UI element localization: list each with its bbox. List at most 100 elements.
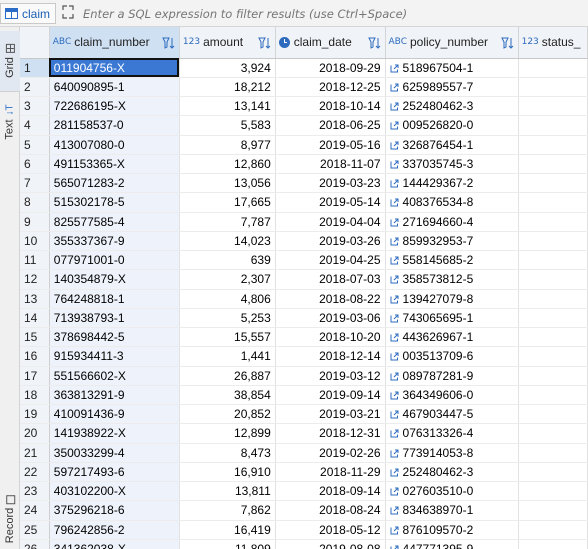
- column-header-status[interactable]: 123 status_: [518, 27, 588, 59]
- row-number[interactable]: 8: [20, 192, 50, 213]
- claim-date-cell[interactable]: 2018-12-14: [275, 346, 386, 367]
- amount-cell[interactable]: 1,441: [179, 346, 276, 367]
- row-number[interactable]: 3: [20, 96, 50, 117]
- amount-cell[interactable]: 16,910: [179, 462, 276, 483]
- status-cell[interactable]: [518, 404, 588, 425]
- table-row[interactable]: 19 410091436-9 20,852 2019-03-21 4679034…: [20, 404, 588, 425]
- claim-date-cell[interactable]: 2019-04-25: [275, 250, 386, 271]
- claim-date-cell[interactable]: 2019-04-04: [275, 212, 386, 232]
- amount-cell[interactable]: 18,212: [179, 77, 276, 98]
- table-row[interactable]: 17 551566602-X 26,887 2019-03-12 0897872…: [20, 366, 588, 386]
- policy-number-cell[interactable]: 144429367-2: [385, 173, 519, 194]
- claim-date-cell[interactable]: 2018-08-24: [275, 500, 386, 521]
- amount-cell[interactable]: 13,056: [179, 173, 276, 194]
- policy-number-cell[interactable]: 358573812-5: [385, 269, 519, 290]
- table-row[interactable]: 13 764248818-1 4,806 2018-08-22 13942707…: [20, 289, 588, 309]
- row-number[interactable]: 13: [20, 289, 50, 309]
- claim-date-cell[interactable]: 2019-02-26: [275, 443, 386, 463]
- amount-cell[interactable]: 12,899: [179, 423, 276, 444]
- status-cell[interactable]: [518, 212, 588, 232]
- amount-cell[interactable]: 2,307: [179, 269, 276, 290]
- foreign-key-link-icon[interactable]: [390, 429, 399, 438]
- claim-date-cell[interactable]: 2018-05-12: [275, 520, 386, 540]
- amount-cell[interactable]: 13,141: [179, 96, 276, 117]
- amount-cell[interactable]: 8,473: [179, 443, 276, 463]
- foreign-key-link-icon[interactable]: [390, 526, 399, 535]
- status-cell[interactable]: [518, 308, 588, 329]
- claim-number-cell[interactable]: 410091436-9: [49, 404, 180, 425]
- status-cell[interactable]: [518, 520, 588, 540]
- claim-number-cell[interactable]: 363813291-9: [49, 385, 180, 406]
- claim-date-cell[interactable]: 2018-12-31: [275, 423, 386, 444]
- claim-date-cell[interactable]: 2018-11-07: [275, 154, 386, 175]
- table-row[interactable]: 8 515302178-5 17,665 2019-05-14 40837653…: [20, 192, 588, 213]
- table-tab[interactable]: claim: [0, 3, 57, 24]
- claim-number-cell[interactable]: 077971001-0: [49, 250, 180, 271]
- claim-date-cell[interactable]: 2019-03-26: [275, 231, 386, 252]
- column-header-claim-date[interactable]: claim_date: [275, 27, 386, 59]
- status-cell[interactable]: [518, 231, 588, 252]
- foreign-key-link-icon[interactable]: [390, 468, 399, 477]
- status-cell[interactable]: [518, 58, 588, 78]
- status-cell[interactable]: [518, 115, 588, 136]
- claim-number-cell[interactable]: 597217493-6: [49, 462, 180, 483]
- amount-cell[interactable]: 14,023: [179, 231, 276, 252]
- foreign-key-link-icon[interactable]: [390, 237, 399, 246]
- foreign-key-link-icon[interactable]: [390, 372, 399, 381]
- row-number[interactable]: 11: [20, 250, 50, 271]
- record-view-tab[interactable]: Record: [0, 489, 20, 549]
- table-row[interactable]: 22 597217493-6 16,910 2018-11-29 2524804…: [20, 462, 588, 483]
- status-cell[interactable]: [518, 462, 588, 483]
- foreign-key-link-icon[interactable]: [390, 352, 399, 361]
- policy-number-cell[interactable]: 773914053-8: [385, 443, 519, 463]
- amount-cell[interactable]: 5,253: [179, 308, 276, 329]
- foreign-key-link-icon[interactable]: [390, 64, 399, 73]
- claim-number-cell[interactable]: 764248818-1: [49, 289, 180, 309]
- row-number[interactable]: 24: [20, 500, 50, 521]
- claim-number-cell[interactable]: 915934411-3: [49, 346, 180, 367]
- status-cell[interactable]: [518, 443, 588, 463]
- row-number[interactable]: 15: [20, 327, 50, 348]
- table-row[interactable]: 25 796242856-2 16,419 2018-05-12 8761095…: [20, 520, 588, 540]
- filter-sort-icon[interactable]: [367, 36, 382, 50]
- amount-cell[interactable]: 16,419: [179, 520, 276, 540]
- claim-date-cell[interactable]: 2019-03-12: [275, 366, 386, 386]
- foreign-key-link-icon[interactable]: [390, 314, 399, 323]
- claim-number-cell[interactable]: 350033299-4: [49, 443, 180, 463]
- claim-date-cell[interactable]: 2018-10-14: [275, 96, 386, 117]
- row-number[interactable]: 26: [20, 539, 50, 549]
- policy-number-cell[interactable]: 076313326-4: [385, 423, 519, 444]
- claim-number-cell[interactable]: 413007080-0: [49, 135, 180, 155]
- policy-number-cell[interactable]: 876109570-2: [385, 520, 519, 540]
- table-row[interactable]: 7 565071283-2 13,056 2019-03-23 14442936…: [20, 173, 588, 194]
- claim-number-cell[interactable]: 551566602-X: [49, 366, 180, 386]
- row-number[interactable]: 14: [20, 308, 50, 329]
- status-cell[interactable]: [518, 481, 588, 502]
- policy-number-cell[interactable]: 859932953-7: [385, 231, 519, 252]
- foreign-key-link-icon[interactable]: [390, 141, 399, 150]
- status-cell[interactable]: [518, 250, 588, 271]
- claim-number-cell[interactable]: 375296218-6: [49, 500, 180, 521]
- claim-date-cell[interactable]: 2018-10-20: [275, 327, 386, 348]
- claim-number-cell[interactable]: 403102200-X: [49, 481, 180, 502]
- amount-cell[interactable]: 4,806: [179, 289, 276, 309]
- amount-cell[interactable]: 11,809: [179, 539, 276, 549]
- claim-number-cell[interactable]: 515302178-5: [49, 192, 180, 213]
- claim-date-cell[interactable]: 2019-03-21: [275, 404, 386, 425]
- status-cell[interactable]: [518, 539, 588, 549]
- foreign-key-link-icon[interactable]: [390, 198, 399, 207]
- amount-cell[interactable]: 13,811: [179, 481, 276, 502]
- table-row[interactable]: 23 403102200-X 13,811 2018-09-14 0276035…: [20, 481, 588, 502]
- status-cell[interactable]: [518, 135, 588, 155]
- row-number[interactable]: 23: [20, 481, 50, 502]
- policy-number-cell[interactable]: 443626967-1: [385, 327, 519, 348]
- foreign-key-link-icon[interactable]: [390, 275, 399, 284]
- row-number[interactable]: 5: [20, 135, 50, 155]
- foreign-key-link-icon[interactable]: [390, 121, 399, 130]
- claim-date-cell[interactable]: 2019-09-14: [275, 385, 386, 406]
- policy-number-cell[interactable]: 003513709-6: [385, 346, 519, 367]
- foreign-key-link-icon[interactable]: [390, 83, 399, 92]
- claim-number-cell[interactable]: 378698442-5: [49, 327, 180, 348]
- claim-date-cell[interactable]: 2018-07-03: [275, 269, 386, 290]
- table-row[interactable]: 14 713938793-1 5,253 2019-03-06 74306569…: [20, 308, 588, 329]
